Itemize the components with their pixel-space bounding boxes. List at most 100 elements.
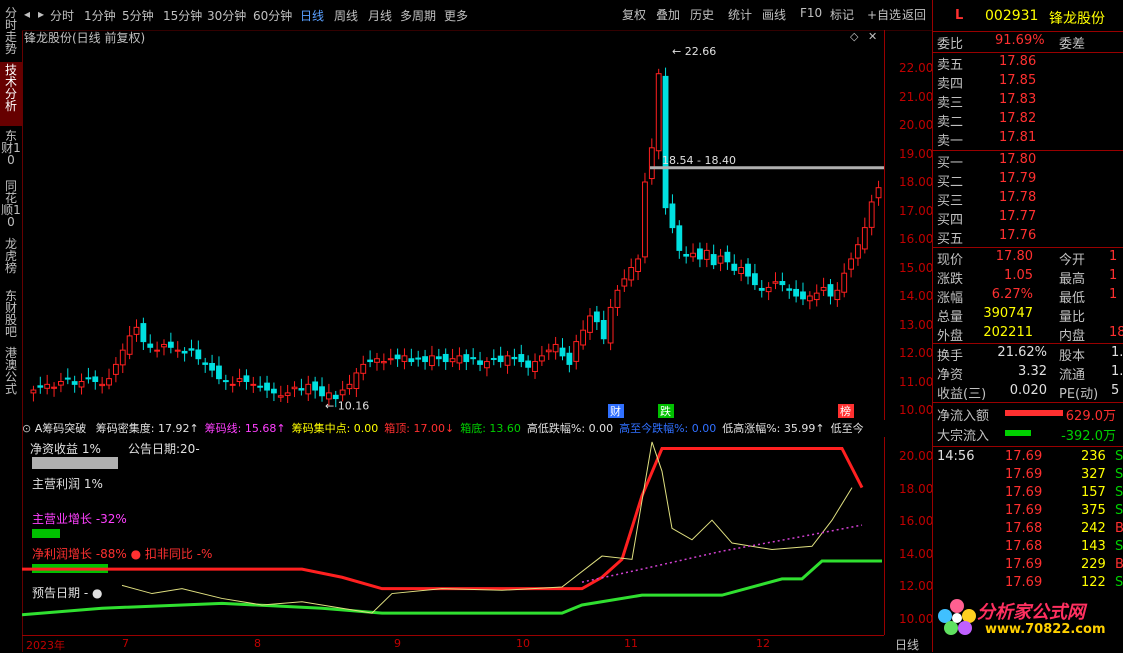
indicator-item-4: 箱底: 13.60 bbox=[460, 422, 521, 435]
candle-body bbox=[648, 147, 655, 180]
profit-label: 主营利润 1% bbox=[32, 477, 103, 491]
toolbar-arrow-icon[interactable]: ◂ bbox=[24, 7, 30, 21]
period-toolbar: ◂ ▸ 分时 1分钟 5分钟 15分钟 30分钟 60分钟 日线 周线 月线 多周期 更多 复权 叠加历… bbox=[22, 0, 932, 31]
indicator-axis: 20.00 18.00 16.00 14.00 12.00 10.00 bbox=[884, 437, 933, 635]
ask-row-0[interactable]: 卖五 17.86 bbox=[933, 54, 1123, 73]
stock-name[interactable]: 锋龙股份 bbox=[1049, 8, 1105, 28]
stat2-label: 净资 bbox=[937, 368, 964, 383]
event-marker-label: 财 bbox=[610, 404, 621, 418]
candle-body bbox=[717, 255, 724, 264]
period-tab-9[interactable]: 多周期 bbox=[400, 7, 436, 24]
left-tab-0[interactable]: 分时走势 bbox=[0, 5, 22, 62]
period-tab-6[interactable]: 日线 bbox=[300, 7, 324, 24]
period-tab-5[interactable]: 60分钟 bbox=[253, 7, 292, 24]
stat-label: 涨幅 bbox=[937, 291, 964, 306]
toolbar-button-5[interactable]: F10 bbox=[800, 6, 822, 20]
indicator-collapse-icon[interactable]: ⊙ bbox=[22, 422, 31, 435]
bid-row-1[interactable]: 买二 17.79 bbox=[933, 171, 1123, 190]
price-tick: 20.00 bbox=[899, 118, 934, 132]
candle-body bbox=[683, 253, 690, 257]
candle-body bbox=[277, 395, 284, 398]
stat2-row-0: 换手 21.62% 股本 1. bbox=[933, 345, 1123, 364]
tick-vol: 236 bbox=[1081, 449, 1106, 464]
indicator-chart[interactable] bbox=[22, 437, 884, 635]
candle-body bbox=[628, 267, 635, 281]
toolbar-button-8[interactable]: 返回 bbox=[902, 6, 926, 23]
bid-row-3[interactable]: 买四 17.77 bbox=[933, 209, 1123, 228]
candle-body bbox=[848, 258, 854, 270]
candle-body bbox=[456, 355, 463, 364]
indicator-name[interactable]: A筹码突破 bbox=[35, 422, 87, 435]
toolbar-button-0[interactable]: 复权 bbox=[622, 6, 646, 23]
trade-tick-row: 17.68 143 S bbox=[933, 539, 1123, 558]
left-tab-5[interactable]: 东财股吧 bbox=[0, 288, 22, 345]
candle-body bbox=[580, 329, 587, 346]
candle-body bbox=[662, 75, 669, 209]
stat-value: 6.27% bbox=[991, 287, 1033, 302]
candle-body bbox=[209, 362, 215, 371]
ask-row-2[interactable]: 卖三 17.83 bbox=[933, 92, 1123, 111]
candle-body bbox=[374, 358, 380, 363]
left-tab-1[interactable]: 技术分析 bbox=[0, 62, 22, 126]
candle-body bbox=[140, 323, 147, 343]
stat-value: 1.05 bbox=[1004, 268, 1033, 283]
period-tab-2[interactable]: 5分钟 bbox=[122, 7, 154, 24]
toolbar-button-7[interactable]: +自选 bbox=[867, 6, 901, 23]
period-tab-1[interactable]: 1分钟 bbox=[84, 7, 116, 24]
flow-row-0: 净流入额 629.0万 bbox=[933, 405, 1123, 424]
ask-row-4[interactable]: 卖一 17.81 bbox=[933, 130, 1123, 149]
ask-price: 17.82 bbox=[999, 111, 1037, 126]
announce-label: 公告日期:20- bbox=[128, 442, 200, 456]
trade-tick-row: 17.69 375 S bbox=[933, 503, 1123, 522]
toolbar-right-arrow-icon[interactable]: ▸ bbox=[38, 7, 44, 21]
left-tab-3[interactable]: 同花顺10 bbox=[0, 178, 22, 235]
stat-value: 390747 bbox=[983, 306, 1033, 321]
candle-body bbox=[167, 341, 174, 348]
bid-row-2[interactable]: 买三 17.78 bbox=[933, 190, 1123, 209]
toolbar-button-1[interactable]: 叠加 bbox=[656, 6, 680, 23]
tick-price: 17.69 bbox=[1005, 557, 1043, 572]
candle-body bbox=[786, 288, 793, 291]
period-tab-3[interactable]: 15分钟 bbox=[163, 7, 202, 24]
bid-row-0[interactable]: 买一 17.80 bbox=[933, 152, 1123, 171]
period-tab-7[interactable]: 周线 bbox=[334, 7, 358, 24]
period-tab-4[interactable]: 30分钟 bbox=[207, 7, 246, 24]
period-tab-8[interactable]: 月线 bbox=[368, 7, 392, 24]
forecast-label: 预告日期 - ● bbox=[32, 586, 103, 600]
tick-vol: 122 bbox=[1081, 575, 1106, 590]
ask-price: 17.83 bbox=[999, 92, 1037, 107]
bid-row-4[interactable]: 买五 17.76 bbox=[933, 228, 1123, 247]
toolbar-button-2[interactable]: 历史 bbox=[690, 6, 714, 23]
candle-body bbox=[236, 378, 243, 382]
stock-code[interactable]: 002931 bbox=[985, 8, 1038, 24]
candle-body bbox=[78, 381, 85, 388]
left-tab-6[interactable]: 港澳公式 bbox=[0, 345, 22, 402]
tick-price: 17.69 bbox=[1005, 503, 1043, 518]
candle-body bbox=[511, 356, 518, 360]
stat-label2: 最低 bbox=[1059, 291, 1086, 306]
period-tab-10[interactable]: 更多 bbox=[444, 7, 468, 24]
ask-row-1[interactable]: 卖四 17.85 bbox=[933, 73, 1123, 92]
left-tab-4[interactable]: 龙虎榜 bbox=[0, 236, 22, 286]
period-tab-0[interactable]: 分时 bbox=[50, 7, 74, 24]
stat-label: 现价 bbox=[937, 253, 964, 268]
candle-body bbox=[257, 385, 264, 388]
candle-body bbox=[772, 281, 779, 284]
toolbar-button-4[interactable]: 画线 bbox=[762, 6, 786, 23]
flow-bar bbox=[1005, 430, 1031, 436]
stat2-label2: PE(动) bbox=[1059, 387, 1099, 402]
toolbar-button-6[interactable]: 标记 bbox=[830, 6, 854, 23]
flow-value: 629.0万 bbox=[1065, 409, 1116, 424]
ask-price: 17.85 bbox=[999, 73, 1037, 88]
candle-body bbox=[216, 365, 222, 380]
left-tab-2[interactable]: 东财10 bbox=[0, 128, 22, 175]
toolbar-button-3[interactable]: 统计 bbox=[728, 6, 752, 23]
indicator-tick: 20.00 bbox=[899, 449, 934, 463]
flow-bar bbox=[1005, 410, 1063, 416]
ask-row-3[interactable]: 卖二 17.82 bbox=[933, 111, 1123, 130]
stat-value: 202211 bbox=[983, 325, 1033, 340]
kline-chart[interactable]: 18.54 - 18.40 ← 22.66 ← 10.16 财 跌 榜 bbox=[22, 30, 884, 420]
candle-body bbox=[126, 335, 133, 355]
tick-dir: S bbox=[1115, 449, 1123, 464]
bid-label: 买五 bbox=[937, 232, 964, 247]
